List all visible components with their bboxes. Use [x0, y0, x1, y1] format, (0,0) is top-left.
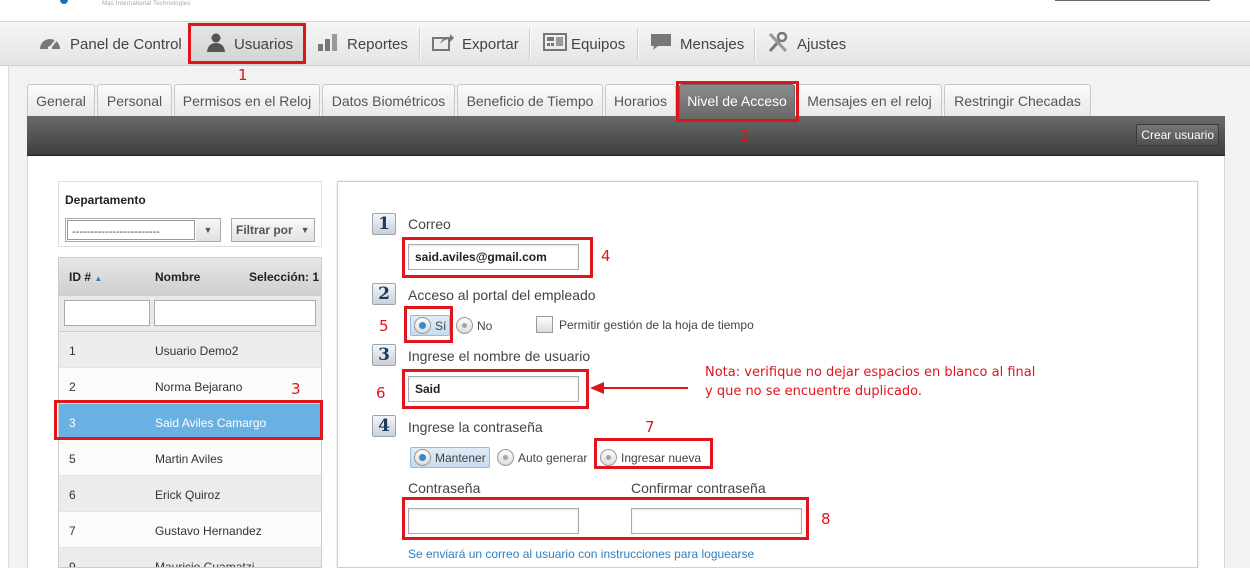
- nav-label: Equipos: [571, 35, 626, 53]
- confirm-password-field[interactable]: [631, 508, 802, 534]
- chevron-down-icon: ▼: [196, 219, 220, 241]
- password-new-radio[interactable]: Ingresar nueva: [600, 449, 701, 466]
- nav-item-equipos[interactable]: Equipos: [543, 22, 625, 66]
- annotation-number-4: 4: [601, 247, 611, 265]
- department-label: Departamento: [65, 193, 146, 207]
- password-section-label: Ingrese la contraseña: [408, 419, 543, 435]
- table-row[interactable]: 7 Gustavo Hernandez: [59, 512, 321, 548]
- tab-personal[interactable]: Personal: [97, 84, 172, 116]
- export-icon: [432, 33, 454, 55]
- tab-nivel-acceso[interactable]: Nivel de Acceso: [679, 84, 795, 116]
- annotation-note: Nota: verifique no dejar espacios en bla…: [705, 365, 1036, 399]
- devices-icon: [543, 33, 567, 55]
- tab-restringir-checadas[interactable]: Restringir Checadas: [944, 84, 1091, 116]
- annotation-number-8: 8: [821, 510, 831, 528]
- table-filter-row: [59, 296, 321, 332]
- email-label: Correo: [408, 216, 451, 232]
- nav-label: Reportes: [347, 35, 408, 53]
- annotation-arrow-icon: [590, 382, 688, 394]
- column-id-header[interactable]: ID # ▲: [69, 270, 102, 284]
- table-row-selected[interactable]: 3 Said Aviles Camargo: [59, 404, 321, 440]
- checkbox-icon: [536, 316, 553, 333]
- table-header: ID # ▲ Nombre Selección: 1: [59, 258, 321, 296]
- annotation-number-7: 7: [645, 418, 655, 436]
- nav-label: Ajustes: [797, 35, 847, 53]
- name-filter-input[interactable]: [154, 300, 316, 326]
- id-filter-input[interactable]: [64, 300, 150, 326]
- radio-icon: [456, 317, 473, 334]
- nav-item-usuarios[interactable]: Usuarios: [190, 22, 304, 66]
- message-icon: [650, 33, 672, 55]
- brand-logo: [60, 0, 68, 4]
- nav-item-panel-de-control[interactable]: Panel de Control: [38, 22, 182, 66]
- timesheet-checkbox[interactable]: Permitir gestión de la hoja de tiempo: [536, 316, 754, 333]
- create-user-button[interactable]: Crear usuario: [1136, 124, 1219, 146]
- top-strip: Mas International Technologies: [0, 0, 1250, 22]
- step-number-2: 2: [372, 283, 396, 305]
- annotation-number-3: 3: [291, 380, 301, 398]
- step-number-1: 1: [372, 213, 396, 235]
- nav-label: Mensajes: [680, 35, 745, 53]
- table-row[interactable]: 6 Erick Quiroz: [59, 476, 321, 512]
- filter-by-button[interactable]: Filtrar por ▼: [231, 218, 315, 242]
- portal-access-yes-radio[interactable]: Sí: [410, 315, 451, 336]
- password-label: Contraseña: [408, 480, 481, 496]
- username-field[interactable]: Said: [408, 376, 579, 402]
- table-row[interactable]: 1 Usuario Demo2: [59, 332, 321, 368]
- nav-item-reportes[interactable]: Reportes: [317, 22, 408, 66]
- table-row[interactable]: 2 Norma Bejarano: [59, 368, 321, 404]
- table-row[interactable]: 9 Mauricio Cuamatzi: [59, 548, 321, 567]
- portal-access-label: Acceso al portal del empleado: [408, 287, 596, 303]
- tab-beneficio-tiempo[interactable]: Beneficio de Tiempo: [457, 84, 603, 116]
- user-icon: [206, 32, 226, 56]
- filter-by-label: Filtrar por: [236, 223, 293, 237]
- nav-label: Usuarios: [234, 35, 294, 53]
- radio-icon: [600, 449, 617, 466]
- tab-mensajes-reloj[interactable]: Mensajes en el reloj: [797, 84, 942, 116]
- annotation-number-5: 5: [379, 317, 389, 335]
- nav-item-ajustes[interactable]: Ajustes: [767, 22, 846, 66]
- password-auto-radio[interactable]: Auto generar: [497, 449, 587, 466]
- tab-datos-biometricos[interactable]: Datos Biométricos: [322, 84, 455, 116]
- department-filter-panel: Departamento ------------------------ ▼ …: [58, 181, 322, 247]
- brand-tagline: Mas International Technologies: [102, 1, 191, 7]
- step-number-4: 4: [372, 415, 396, 437]
- confirm-password-label: Confirmar contraseña: [631, 480, 766, 496]
- nav-item-exportar[interactable]: Exportar: [432, 22, 519, 66]
- tab-general[interactable]: General: [27, 84, 95, 116]
- dashboard-icon: [38, 33, 62, 55]
- tab-permisos-reloj[interactable]: Permisos en el Reloj: [174, 84, 320, 116]
- sort-asc-icon: ▲: [94, 274, 103, 283]
- step-number-3: 3: [372, 344, 396, 366]
- portal-access-no-radio[interactable]: No: [456, 317, 492, 334]
- main-nav: Panel de Control Usuarios Reportes Expor…: [0, 22, 1250, 66]
- department-selected-value: ------------------------: [67, 220, 195, 240]
- annotation-number-6: 6: [376, 384, 386, 402]
- bar-chart-icon: [317, 33, 339, 55]
- tools-icon: [767, 31, 789, 56]
- radio-selected-icon: [414, 317, 431, 334]
- email-field[interactable]: said.aviles@gmail.com: [408, 244, 579, 270]
- username-label: Ingrese el nombre de usuario: [408, 348, 591, 364]
- radio-icon: [497, 449, 514, 466]
- nav-item-mensajes[interactable]: Mensajes: [650, 22, 744, 66]
- nav-label: Panel de Control: [70, 35, 182, 53]
- column-name-header[interactable]: Nombre: [155, 270, 200, 284]
- password-field[interactable]: [408, 508, 579, 534]
- password-keep-radio[interactable]: Mantener: [410, 447, 490, 468]
- nav-label: Exportar: [462, 35, 519, 53]
- chevron-down-icon: ▼: [300, 225, 310, 235]
- annotation-number-2: 2: [740, 127, 750, 145]
- tab-horarios[interactable]: Horarios: [605, 84, 676, 116]
- user-menu-underline: [1055, 0, 1210, 1]
- annotation-number-1: 1: [238, 66, 248, 84]
- user-table: ID # ▲ Nombre Selección: 1 1 Usuario Dem…: [58, 257, 322, 568]
- password-hint: Se enviará un correo al usuario con inst…: [408, 547, 755, 561]
- selection-count: Selección: 1: [249, 270, 320, 284]
- radio-selected-icon: [414, 449, 431, 466]
- toolbar-dark: Crear usuario: [27, 116, 1225, 156]
- department-select[interactable]: ------------------------ ▼: [65, 218, 221, 242]
- table-row[interactable]: 5 Martin Aviles: [59, 440, 321, 476]
